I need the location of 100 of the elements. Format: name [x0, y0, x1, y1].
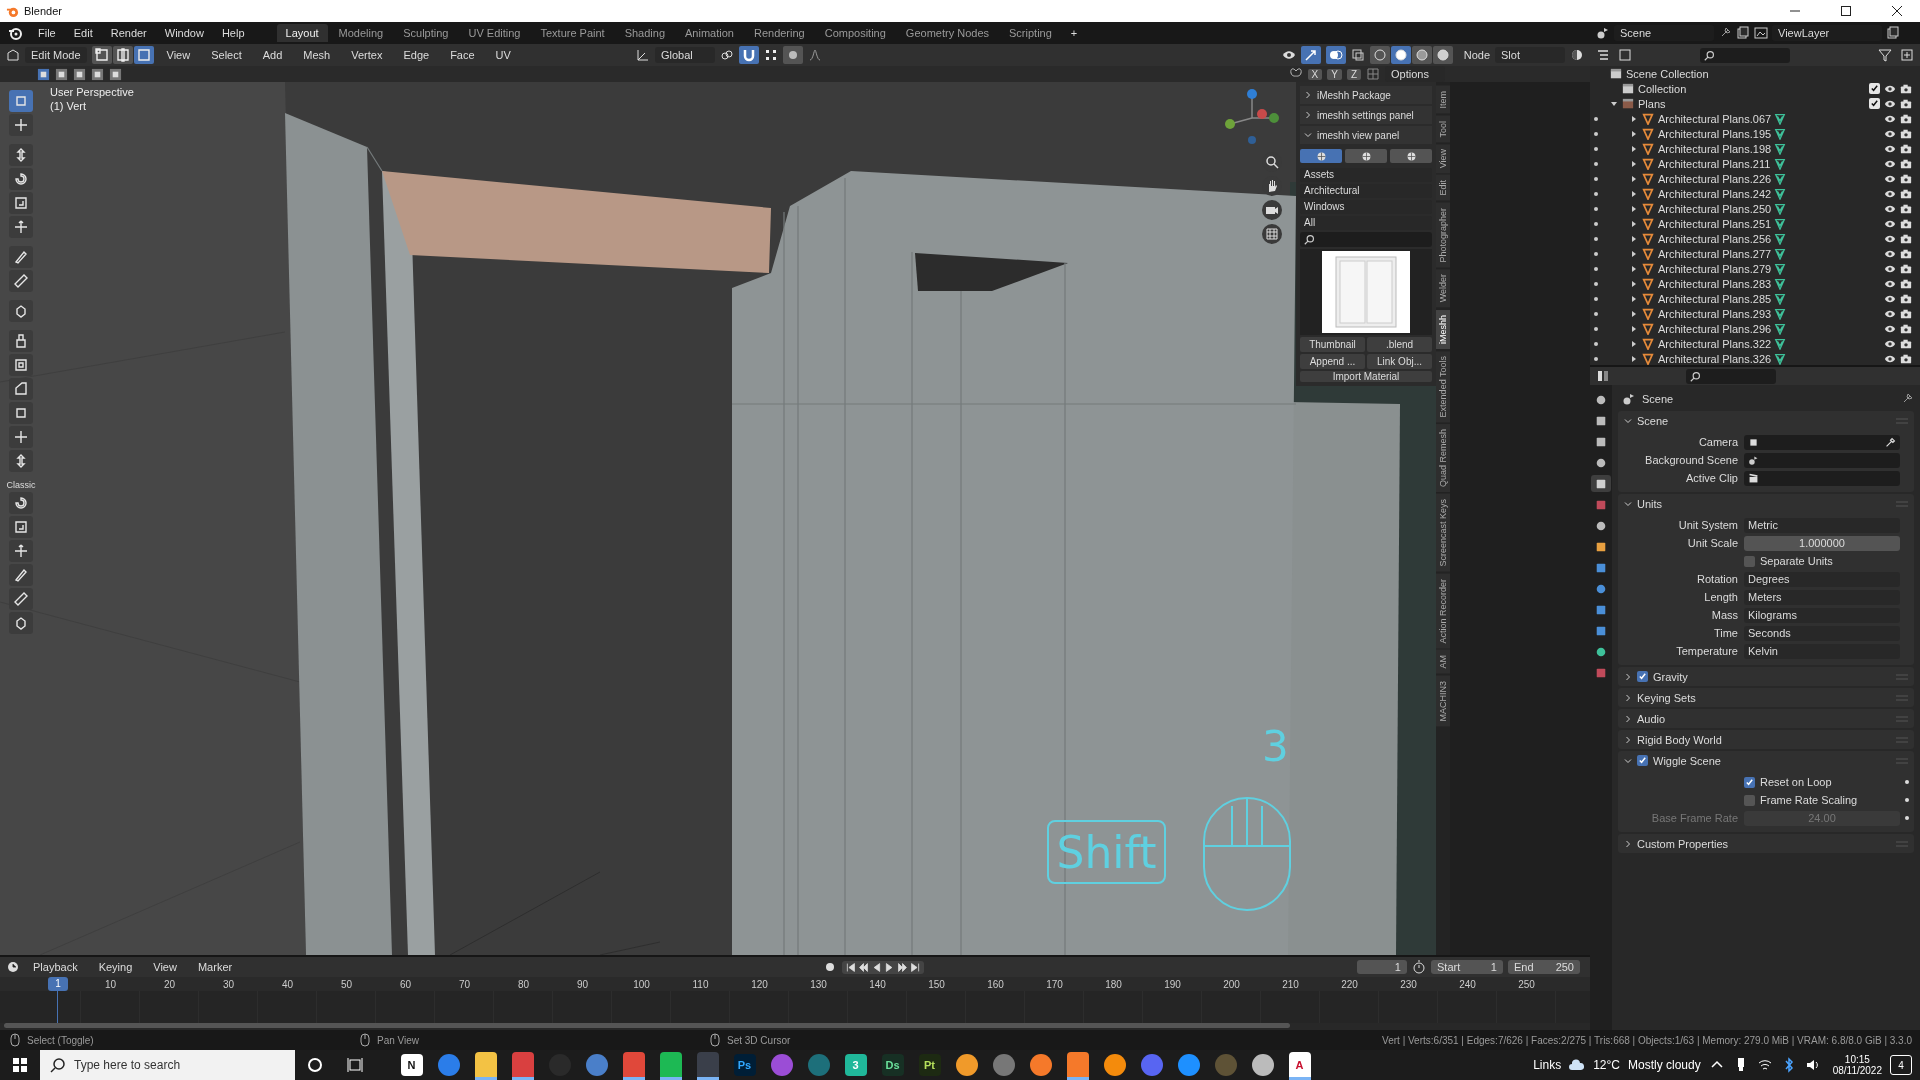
dropdown[interactable]: Seconds	[1744, 625, 1900, 641]
sidebar-tab[interactable]: MACHIN3	[1436, 675, 1450, 727]
workspace-tab[interactable]: UV Editing	[459, 24, 530, 42]
blend-button[interactable]: .blend	[1367, 337, 1432, 352]
slot-dropdown[interactable]: Slot	[1495, 47, 1565, 63]
menu-item[interactable]: Render	[102, 25, 155, 41]
link-button[interactable]: Link Obj...	[1367, 354, 1432, 369]
panel-header[interactable]: Wiggle Scene	[1618, 751, 1914, 770]
dropdown[interactable]: Kilograms	[1744, 607, 1900, 623]
view-layer-selector[interactable]: ViewLayer	[1772, 25, 1882, 41]
outliner-item[interactable]: Architectural Plans.283	[1658, 277, 1770, 290]
sidebar-tab[interactable]: Tool	[1436, 115, 1450, 143]
sidebar-tab[interactable]: Quad Remesh	[1436, 424, 1450, 493]
menu-item[interactable]: View	[158, 47, 199, 63]
panel-header[interactable]: Rigid Body World	[1618, 730, 1914, 749]
sidebar-tab[interactable]: Screencast Keys	[1436, 494, 1450, 572]
outliner-item[interactable]: Plans	[1638, 97, 1666, 110]
panel-header[interactable]: Gravity	[1618, 667, 1914, 686]
menu-item[interactable]: Mesh	[295, 47, 339, 63]
menu-item[interactable]: File	[30, 25, 64, 41]
add-workspace-button[interactable]: +	[1062, 24, 1086, 42]
panel-header[interactable]: Scene	[1618, 411, 1914, 430]
workspace-tab[interactable]: Texture Paint	[531, 24, 614, 42]
sidebar-tab[interactable]: Item	[1436, 86, 1450, 114]
mirror-axis-toggle[interactable]: Y	[1327, 68, 1342, 80]
sidebar-tab[interactable]: View	[1436, 144, 1450, 174]
dropdown[interactable]: Kelvin	[1744, 643, 1900, 659]
menu-item[interactable]: Keying	[90, 959, 141, 975]
menu-item[interactable]: Vertex	[343, 47, 391, 63]
outliner-item[interactable]: Architectural Plans.277	[1658, 247, 1770, 260]
outliner-item[interactable]: Architectural Plans.242	[1658, 187, 1770, 200]
taskbar-app-button[interactable]: A	[1288, 1052, 1311, 1080]
menu-item[interactable]: View	[145, 959, 185, 975]
menu-item[interactable]: Marker	[189, 959, 241, 975]
menu-item[interactable]: Face	[442, 47, 483, 63]
outliner-item[interactable]: Collection	[1638, 82, 1687, 95]
outliner-item[interactable]: Architectural Plans.296	[1658, 322, 1770, 335]
panel-header[interactable]: imeshh settings panel	[1300, 106, 1432, 124]
dropdown[interactable]: Metric	[1744, 517, 1900, 533]
mirror-axis-toggle[interactable]: X	[1307, 68, 1323, 80]
menu-item[interactable]: Edge	[395, 47, 438, 63]
playhead-frame[interactable]: 1	[48, 977, 68, 991]
sidebar-tab[interactable]: iMeshh	[1436, 309, 1450, 349]
sidebar-tab[interactable]: Extended Tools	[1436, 350, 1450, 423]
outliner-item[interactable]: Architectural Plans.251	[1658, 217, 1770, 230]
sidebar-tab[interactable]: Welder	[1436, 269, 1450, 308]
menu-item[interactable]: Window	[156, 25, 212, 41]
outliner-item[interactable]: Architectural Plans.211	[1658, 157, 1770, 170]
scene-selector[interactable]: Scene	[1614, 25, 1714, 41]
panel-header[interactable]: imeshh view panel	[1300, 126, 1432, 144]
outliner-item[interactable]: Architectural Plans.322	[1658, 337, 1770, 350]
workspace-tab[interactable]: Geometry Nodes	[896, 24, 998, 42]
sidebar-tab[interactable]: Photographer	[1436, 202, 1450, 268]
start-frame-field[interactable]: Start 1	[1431, 960, 1503, 974]
end-frame-field[interactable]: End 250	[1508, 960, 1580, 974]
outliner-item[interactable]: Architectural Plans.293	[1658, 307, 1770, 320]
import-material-button[interactable]: Import Material	[1300, 371, 1432, 382]
number-field[interactable]: 1.000000	[1744, 535, 1900, 551]
workspace-tab[interactable]: Scripting	[1000, 24, 1061, 42]
taskbar-app-button[interactable]: Ds	[881, 1054, 904, 1076]
outliner-item[interactable]: Architectural Plans.195	[1658, 127, 1770, 140]
thumbnail-button[interactable]: Thumbnail	[1300, 337, 1365, 352]
current-frame-field[interactable]: 1	[1357, 960, 1407, 974]
panel-header[interactable]: Audio	[1618, 709, 1914, 728]
outliner-item[interactable]: Architectural Plans.326	[1658, 352, 1770, 365]
dropdown[interactable]: Degrees	[1744, 571, 1900, 587]
sidebar-tab[interactable]: Action Recorder	[1436, 573, 1450, 649]
workspace-tab[interactable]: Compositing	[815, 24, 895, 42]
menu-item[interactable]: Select	[203, 47, 250, 63]
sidebar-tab[interactable]: AM	[1436, 650, 1450, 674]
panel-header[interactable]: Keying Sets	[1618, 688, 1914, 707]
outliner-item[interactable]: Architectural Plans.198	[1658, 142, 1770, 155]
taskbar-app-button[interactable]: Ps	[733, 1054, 756, 1076]
outliner-item[interactable]: Architectural Plans.067	[1658, 112, 1770, 125]
workspace-tab[interactable]: Sculpting	[394, 24, 458, 42]
mirror-axis-toggle[interactable]: Z	[1346, 68, 1361, 80]
outliner-item[interactable]: Scene Collection	[1626, 67, 1709, 80]
taskbar-app-button[interactable]: Pt	[918, 1054, 941, 1076]
workspace-tab[interactable]: Layout	[276, 24, 328, 42]
mode-dropdown[interactable]: Edit Mode	[25, 47, 87, 63]
panel-header[interactable]: Units	[1618, 494, 1914, 513]
dropdown[interactable]: Meters	[1744, 589, 1900, 605]
sidebar-tab[interactable]: Edit	[1436, 175, 1450, 201]
workspace-tab[interactable]: Modeling	[329, 24, 393, 42]
outliner-item[interactable]: Architectural Plans.250	[1658, 202, 1770, 215]
outliner-item[interactable]: Architectural Plans.256	[1658, 232, 1770, 245]
dropdown[interactable]: Architectural	[1300, 184, 1432, 198]
outliner-item[interactable]: Architectural Plans.226	[1658, 172, 1770, 185]
orientation-dropdown[interactable]: Global	[655, 47, 715, 63]
outliner-item[interactable]: Architectural Plans.285	[1658, 292, 1770, 305]
append-button[interactable]: Append ...	[1300, 354, 1365, 369]
menu-item[interactable]: Edit	[65, 25, 101, 41]
notifications-button[interactable]: 4	[1890, 1055, 1912, 1075]
panel-header[interactable]: iMeshh Package	[1300, 86, 1432, 104]
workspace-tab[interactable]: Shading	[615, 24, 675, 42]
panel-header[interactable]: Custom Properties	[1618, 834, 1914, 853]
dropdown[interactable]: All	[1300, 216, 1432, 230]
dropdown[interactable]: Assets	[1300, 168, 1432, 182]
menu-item[interactable]: Playback	[25, 959, 86, 975]
workspace-tab[interactable]: Animation	[676, 24, 743, 42]
